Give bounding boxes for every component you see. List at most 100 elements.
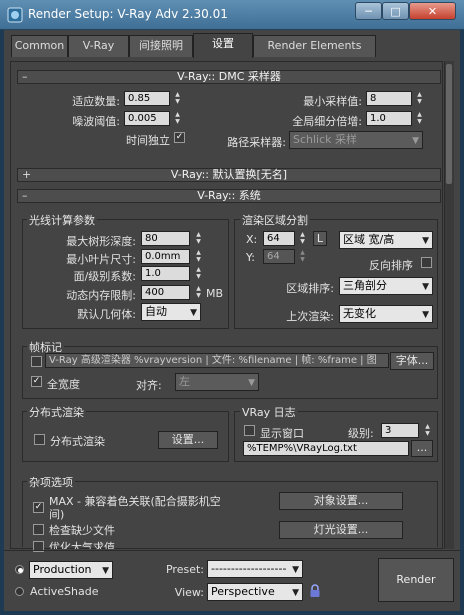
face-level-coef-input[interactable]: 1.0 [141, 266, 190, 281]
distributed-rendering-group-title: 分布式渲染 [27, 404, 86, 420]
region-mode-value: 区域 宽/高 [343, 233, 395, 246]
activeshade-radio[interactable] [15, 587, 24, 596]
lock-button[interactable]: L [313, 231, 327, 246]
log-level-input[interactable]: 3 [381, 423, 419, 438]
close-button[interactable]: ✕ [409, 2, 456, 20]
collapse-icon[interactable]: – [22, 190, 28, 202]
log-level-label: 级别: [348, 427, 374, 440]
dynamic-memory-input[interactable]: 400 [141, 285, 190, 300]
rollout-title: V-Ray:: 默认置换[无名] [170, 168, 288, 181]
show-window-checkbox[interactable] [244, 425, 255, 436]
noise-threshold-label: 噪波阈值: [72, 115, 120, 128]
font-button[interactable]: 字体... [390, 352, 434, 370]
check-missing-files-label: 检查缺少文件 [49, 524, 115, 537]
min-samples-input[interactable]: 8 [366, 91, 412, 106]
window-title: Render Setup: V-Ray Adv 2.30.01 [28, 7, 228, 21]
region-y-spinner[interactable]: ▲ ▼ [298, 249, 307, 264]
scrollbar-thumb[interactable] [446, 64, 452, 184]
frame-stamp-text-field[interactable]: V-Ray 高级渲染器 %vrayversion | 文件: %filename… [45, 353, 389, 368]
path-sampler-value: Schlick 采样 [293, 133, 358, 146]
chevron-down-icon: ▼ [248, 378, 255, 388]
min-leaf-size-spinner[interactable]: ▲ ▼ [194, 249, 203, 264]
production-mode-value: Production [33, 563, 92, 576]
justify-dropdown[interactable]: 左 ▼ [175, 373, 259, 391]
region-sequence-value: 三角剖分 [343, 279, 387, 292]
time-independent-label: 时间独立 [126, 134, 170, 147]
distributed-settings-button[interactable]: 设置... [158, 431, 218, 449]
max-compat-checkbox[interactable]: ✓ [33, 502, 44, 513]
expand-icon[interactable]: + [22, 169, 31, 181]
memory-unit-label: MB [206, 287, 224, 300]
chevron-down-icon: ▼ [422, 236, 429, 246]
region-x-label: X: [246, 233, 258, 246]
max-compat-label: MAX - 兼容着色关联(配合摄影机空间) [49, 495, 221, 521]
time-independent-checkbox[interactable]: ✓ [174, 132, 185, 143]
noise-threshold-input[interactable]: 0.005 [124, 111, 170, 126]
preset-dropdown[interactable]: ------------------- ▼ [207, 560, 303, 578]
rollout-system[interactable]: – V-Ray:: 系统 [17, 189, 441, 203]
raycaster-group-title: 光线计算参数 [27, 212, 97, 228]
default-geometry-dropdown[interactable]: 自动 ▼ [141, 303, 201, 321]
view-value: Perspective [211, 585, 275, 598]
min-leaf-size-input[interactable]: 0.0mm [141, 249, 190, 264]
tab-settings[interactable]: 设置 [193, 33, 253, 58]
global-subdivs-input[interactable]: 1.0 [366, 111, 412, 126]
rollout-title: V-Ray:: 系统 [197, 189, 261, 202]
default-geometry-label: 默认几何体: [77, 308, 136, 321]
production-radio[interactable] [15, 565, 24, 574]
maximize-button[interactable]: □ [382, 2, 409, 20]
tab-common[interactable]: Common [11, 35, 68, 57]
collapse-icon[interactable]: – [22, 71, 28, 83]
check-missing-files-checkbox[interactable] [33, 524, 44, 535]
objects-settings-button[interactable]: 对象设置... [279, 492, 403, 510]
global-subdivs-label: 全局细分倍增: [292, 115, 362, 128]
frame-stamp-checkbox[interactable] [31, 356, 42, 367]
chevron-down-icon: ▼ [412, 136, 419, 146]
rollout-default-displacement[interactable]: + V-Ray:: 默认置换[无名] [17, 168, 441, 182]
region-y-input[interactable]: 64 [263, 249, 295, 264]
optimize-atmospherics-label: 优化大气求值 [49, 541, 115, 549]
tab-indirect-illumination[interactable]: 间接照明 [129, 35, 193, 57]
distributed-rendering-label: 分布式渲染 [50, 435, 105, 448]
min-samples-spinner[interactable]: ▲ ▼ [415, 91, 424, 106]
log-file-browse-button[interactable]: ... [411, 440, 433, 457]
misc-options-group-title: 杂项选项 [27, 474, 75, 490]
global-subdivs-spinner[interactable]: ▲ ▼ [415, 111, 424, 126]
lights-settings-button[interactable]: 灯光设置... [279, 521, 403, 539]
log-level-spinner[interactable]: ▲ ▼ [423, 423, 432, 438]
max-tree-depth-spinner[interactable]: ▲ ▼ [194, 231, 203, 246]
minimize-button[interactable]: ─ [355, 2, 382, 20]
region-sequence-dropdown[interactable]: 三角剖分 ▼ [339, 277, 433, 295]
default-geometry-value: 自动 [145, 305, 167, 318]
tab-render-elements[interactable]: Render Elements [253, 35, 376, 57]
region-mode-dropdown[interactable]: 区域 宽/高 ▼ [339, 231, 433, 249]
view-dropdown[interactable]: Perspective ▼ [207, 583, 303, 601]
region-x-input[interactable]: 64 [263, 231, 295, 246]
dynamic-memory-spinner[interactable]: ▲ ▼ [194, 285, 203, 300]
region-x-spinner[interactable]: ▲ ▼ [298, 231, 307, 246]
log-file-path-field[interactable]: %TEMP%\VRayLog.txt [243, 441, 409, 456]
min-samples-label: 最小采样值: [303, 95, 362, 108]
face-level-coef-spinner[interactable]: ▲ ▼ [194, 266, 203, 281]
render-button[interactable]: Render [378, 558, 454, 602]
full-width-checkbox[interactable]: ✓ [31, 376, 42, 387]
chevron-down-icon: ▼ [190, 308, 197, 318]
reverse-sequence-checkbox[interactable] [421, 257, 432, 268]
tab-vray[interactable]: V-Ray [68, 35, 129, 57]
previous-render-dropdown[interactable]: 无变化 ▼ [339, 305, 433, 323]
preset-value: ------------------- [211, 562, 287, 575]
noise-threshold-spinner[interactable]: ▲ ▼ [173, 111, 182, 126]
justify-value: 左 [179, 375, 190, 388]
rollout-title: V-Ray:: DMC 采样器 [177, 70, 281, 83]
adaptive-amount-input[interactable]: 0.85 [124, 91, 170, 106]
path-sampler-dropdown[interactable]: Schlick 采样 ▼ [289, 131, 423, 149]
production-mode-dropdown[interactable]: Production ▼ [29, 561, 113, 579]
adaptive-amount-spinner[interactable]: ▲ ▼ [173, 91, 182, 106]
chevron-down-icon: ▼ [422, 310, 429, 320]
previous-render-value: 无变化 [343, 307, 376, 320]
rollout-dmc-sampler[interactable]: – V-Ray:: DMC 采样器 [17, 70, 441, 84]
face-level-coef-label: 面/级别系数: [73, 270, 136, 283]
max-tree-depth-input[interactable]: 80 [141, 231, 190, 246]
distributed-rendering-checkbox[interactable] [34, 434, 45, 445]
lock-icon[interactable] [309, 584, 321, 598]
